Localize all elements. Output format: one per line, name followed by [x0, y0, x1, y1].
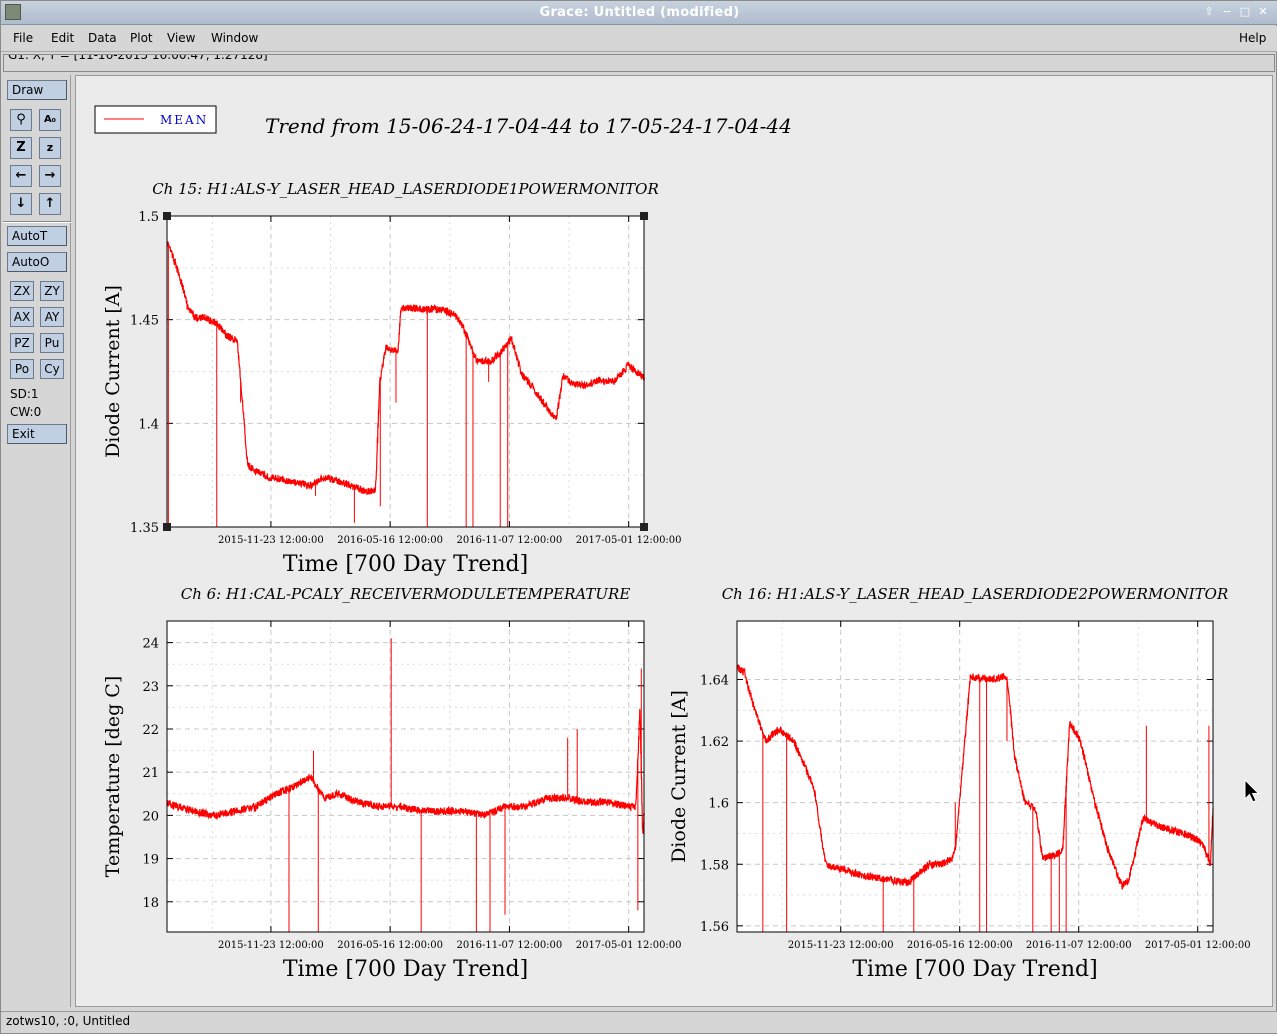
y-tick-label: 1.56 — [700, 920, 729, 935]
mouse-cursor-icon — [1244, 779, 1260, 803]
x-tick-label: 2017-05-01 12:00:00 — [576, 535, 682, 546]
menu-file[interactable]: File — [13, 31, 33, 45]
scroll-left-icon[interactable]: ← — [10, 165, 32, 187]
scroll-down-icon[interactable]: ↓ — [10, 193, 32, 215]
menu-bar: File Edit Data Plot View Window Help — [1, 26, 1277, 52]
tool-panel: Draw ⚲ A₀ Z z ← → ↓ ↑ AutoT AutoO ZX ZY … — [3, 75, 71, 1007]
menu-edit[interactable]: Edit — [51, 31, 74, 45]
menu-plot[interactable]: Plot — [130, 31, 153, 45]
status-bar: zotws10, :0, Untitled — [1, 1011, 1277, 1033]
zy-button[interactable]: ZY — [40, 281, 64, 301]
x-tick-label: 2015-11-23 12:00:00 — [218, 940, 324, 951]
y-tick-label: 1.6 — [708, 797, 729, 812]
x-axis-label: Time [700 Day Trend] — [852, 957, 1097, 982]
selection-handle[interactable] — [640, 212, 648, 220]
trend-title: Trend from 15-06-24-17-04-44 to 17-05-24… — [265, 114, 792, 138]
autoscale-o-button[interactable]: AutoO — [7, 252, 67, 272]
text-label-icon[interactable]: A₀ — [39, 109, 61, 131]
chart-title: Ch 16: H1:ALS-Y_LASER_HEAD_LASERDIODE2PO… — [722, 585, 1229, 603]
y-tick-label: 18 — [142, 896, 159, 911]
plot-canvas[interactable]: MEAN Trend from 15-06-24-17-04-44 to 17-… — [75, 75, 1273, 1007]
zoom-magnifier-icon[interactable]: ⚲ — [10, 109, 32, 131]
chart-title: Ch 6: H1:CAL-PCALY_RECEIVERMODULETEMPERA… — [181, 585, 631, 603]
plot-area[interactable]: MEAN Trend from 15-06-24-17-04-44 to 17-… — [76, 76, 1272, 1006]
minimize-icon[interactable]: − — [1220, 5, 1234, 19]
current-world-status: CW:0 — [10, 405, 42, 419]
x-tick-label: 2015-11-23 12:00:00 — [218, 535, 324, 546]
autoscale-t-button[interactable]: AutoT — [7, 226, 67, 246]
status-text: zotws10, :0, Untitled — [6, 1014, 131, 1028]
y-axis-label: Diode Current [A] — [102, 285, 124, 458]
zoom-out-icon[interactable]: z — [39, 137, 61, 159]
y-tick-label: 1.58 — [700, 858, 729, 873]
cy-button[interactable]: Cy — [40, 359, 64, 379]
y-tick-label: 19 — [142, 853, 159, 868]
y-axis-label: Temperature [deg C] — [102, 676, 124, 878]
plot-background[interactable] — [167, 216, 644, 527]
separator — [3, 221, 71, 223]
ay-button[interactable]: AY — [40, 307, 64, 327]
x-tick-label: 2016-05-16 12:00:00 — [907, 940, 1013, 951]
chart-1[interactable]: 2015-11-23 12:00:00 2016-05-16 12:00:00 20… — [102, 180, 682, 577]
x-axis-label: Time [700 Day Trend] — [283, 957, 528, 982]
selection-handle[interactable] — [640, 523, 648, 531]
plot-background[interactable] — [167, 621, 644, 932]
ax-button[interactable]: AX — [10, 307, 34, 327]
x-tick-label: 2015-11-23 12:00:00 — [788, 940, 894, 951]
locator-readout: G1: X, Y = [11-16-2015 16:00:47, 1.27128… — [8, 54, 268, 62]
y-tick-label: 20 — [142, 809, 159, 824]
x-tick-label: 2016-05-16 12:00:00 — [337, 940, 443, 951]
menu-window[interactable]: Window — [211, 31, 258, 45]
y-tick-label: 21 — [142, 766, 159, 781]
close-icon[interactable]: ✕ — [1256, 5, 1270, 19]
y-tick-label: 24 — [142, 637, 159, 652]
x-tick-label: 2017-05-01 12:00:00 — [1145, 940, 1251, 951]
x-tick-label: 2016-11-07 12:00:00 — [1026, 940, 1132, 951]
po-button[interactable]: Po — [10, 359, 34, 379]
pz-button[interactable]: PZ — [10, 333, 34, 353]
selection-handle[interactable] — [163, 212, 171, 220]
zx-button[interactable]: ZX — [10, 281, 34, 301]
y-tick-label: 1.64 — [700, 674, 729, 689]
menu-view[interactable]: View — [167, 31, 195, 45]
chart-3[interactable]: 2015-11-23 12:00:00 2016-05-16 12:00:00 20… — [668, 585, 1251, 982]
menu-data[interactable]: Data — [88, 31, 117, 45]
y-tick-label: 1.5 — [138, 210, 159, 225]
maximize-icon[interactable]: □ — [1238, 5, 1252, 19]
set-display-status: SD:1 — [10, 387, 39, 401]
legend-label: MEAN — [160, 113, 208, 127]
y-tick-label: 1.35 — [130, 521, 159, 536]
x-tick-label: 2016-11-07 12:00:00 — [457, 535, 563, 546]
scroll-up-icon[interactable]: ↑ — [39, 193, 61, 215]
title-bar[interactable]: Grace: Untitled (modified) ⇧ − □ ✕ — [1, 1, 1277, 25]
menu-help[interactable]: Help — [1239, 31, 1266, 45]
y-axis-label: Diode Current [A] — [668, 690, 690, 863]
y-tick-label: 1.62 — [700, 735, 729, 750]
selection-handle[interactable] — [163, 523, 171, 531]
y-tick-label: 1.45 — [130, 314, 159, 329]
chart-2[interactable]: 2015-11-23 12:00:00 2016-05-16 12:00:00 20… — [102, 585, 682, 982]
y-tick-label: 22 — [142, 723, 159, 738]
x-tick-label: 2017-05-01 12:00:00 — [576, 940, 682, 951]
zoom-in-icon[interactable]: Z — [10, 137, 32, 159]
window-title: Grace: Untitled (modified) — [539, 5, 740, 20]
grace-window: Grace: Untitled (modified) ⇧ − □ ✕ File … — [0, 0, 1277, 1034]
locator-bar: G1: X, Y = [11-16-2015 16:00:47, 1.27128… — [3, 54, 1275, 72]
x-tick-label: 2016-05-16 12:00:00 — [337, 535, 443, 546]
x-axis-label: Time [700 Day Trend] — [283, 552, 528, 577]
exit-button[interactable]: Exit — [7, 424, 67, 444]
chart-title: Ch 15: H1:ALS-Y_LASER_HEAD_LASERDIODE1PO… — [152, 180, 659, 198]
scroll-right-icon[interactable]: → — [39, 165, 61, 187]
shade-icon[interactable]: ⇧ — [1202, 5, 1216, 19]
x-tick-label: 2016-11-07 12:00:00 — [457, 940, 563, 951]
pu-button[interactable]: Pu — [40, 333, 64, 353]
y-tick-label: 1.4 — [138, 417, 159, 432]
y-tick-label: 23 — [142, 680, 159, 695]
draw-button[interactable]: Draw — [7, 80, 67, 100]
